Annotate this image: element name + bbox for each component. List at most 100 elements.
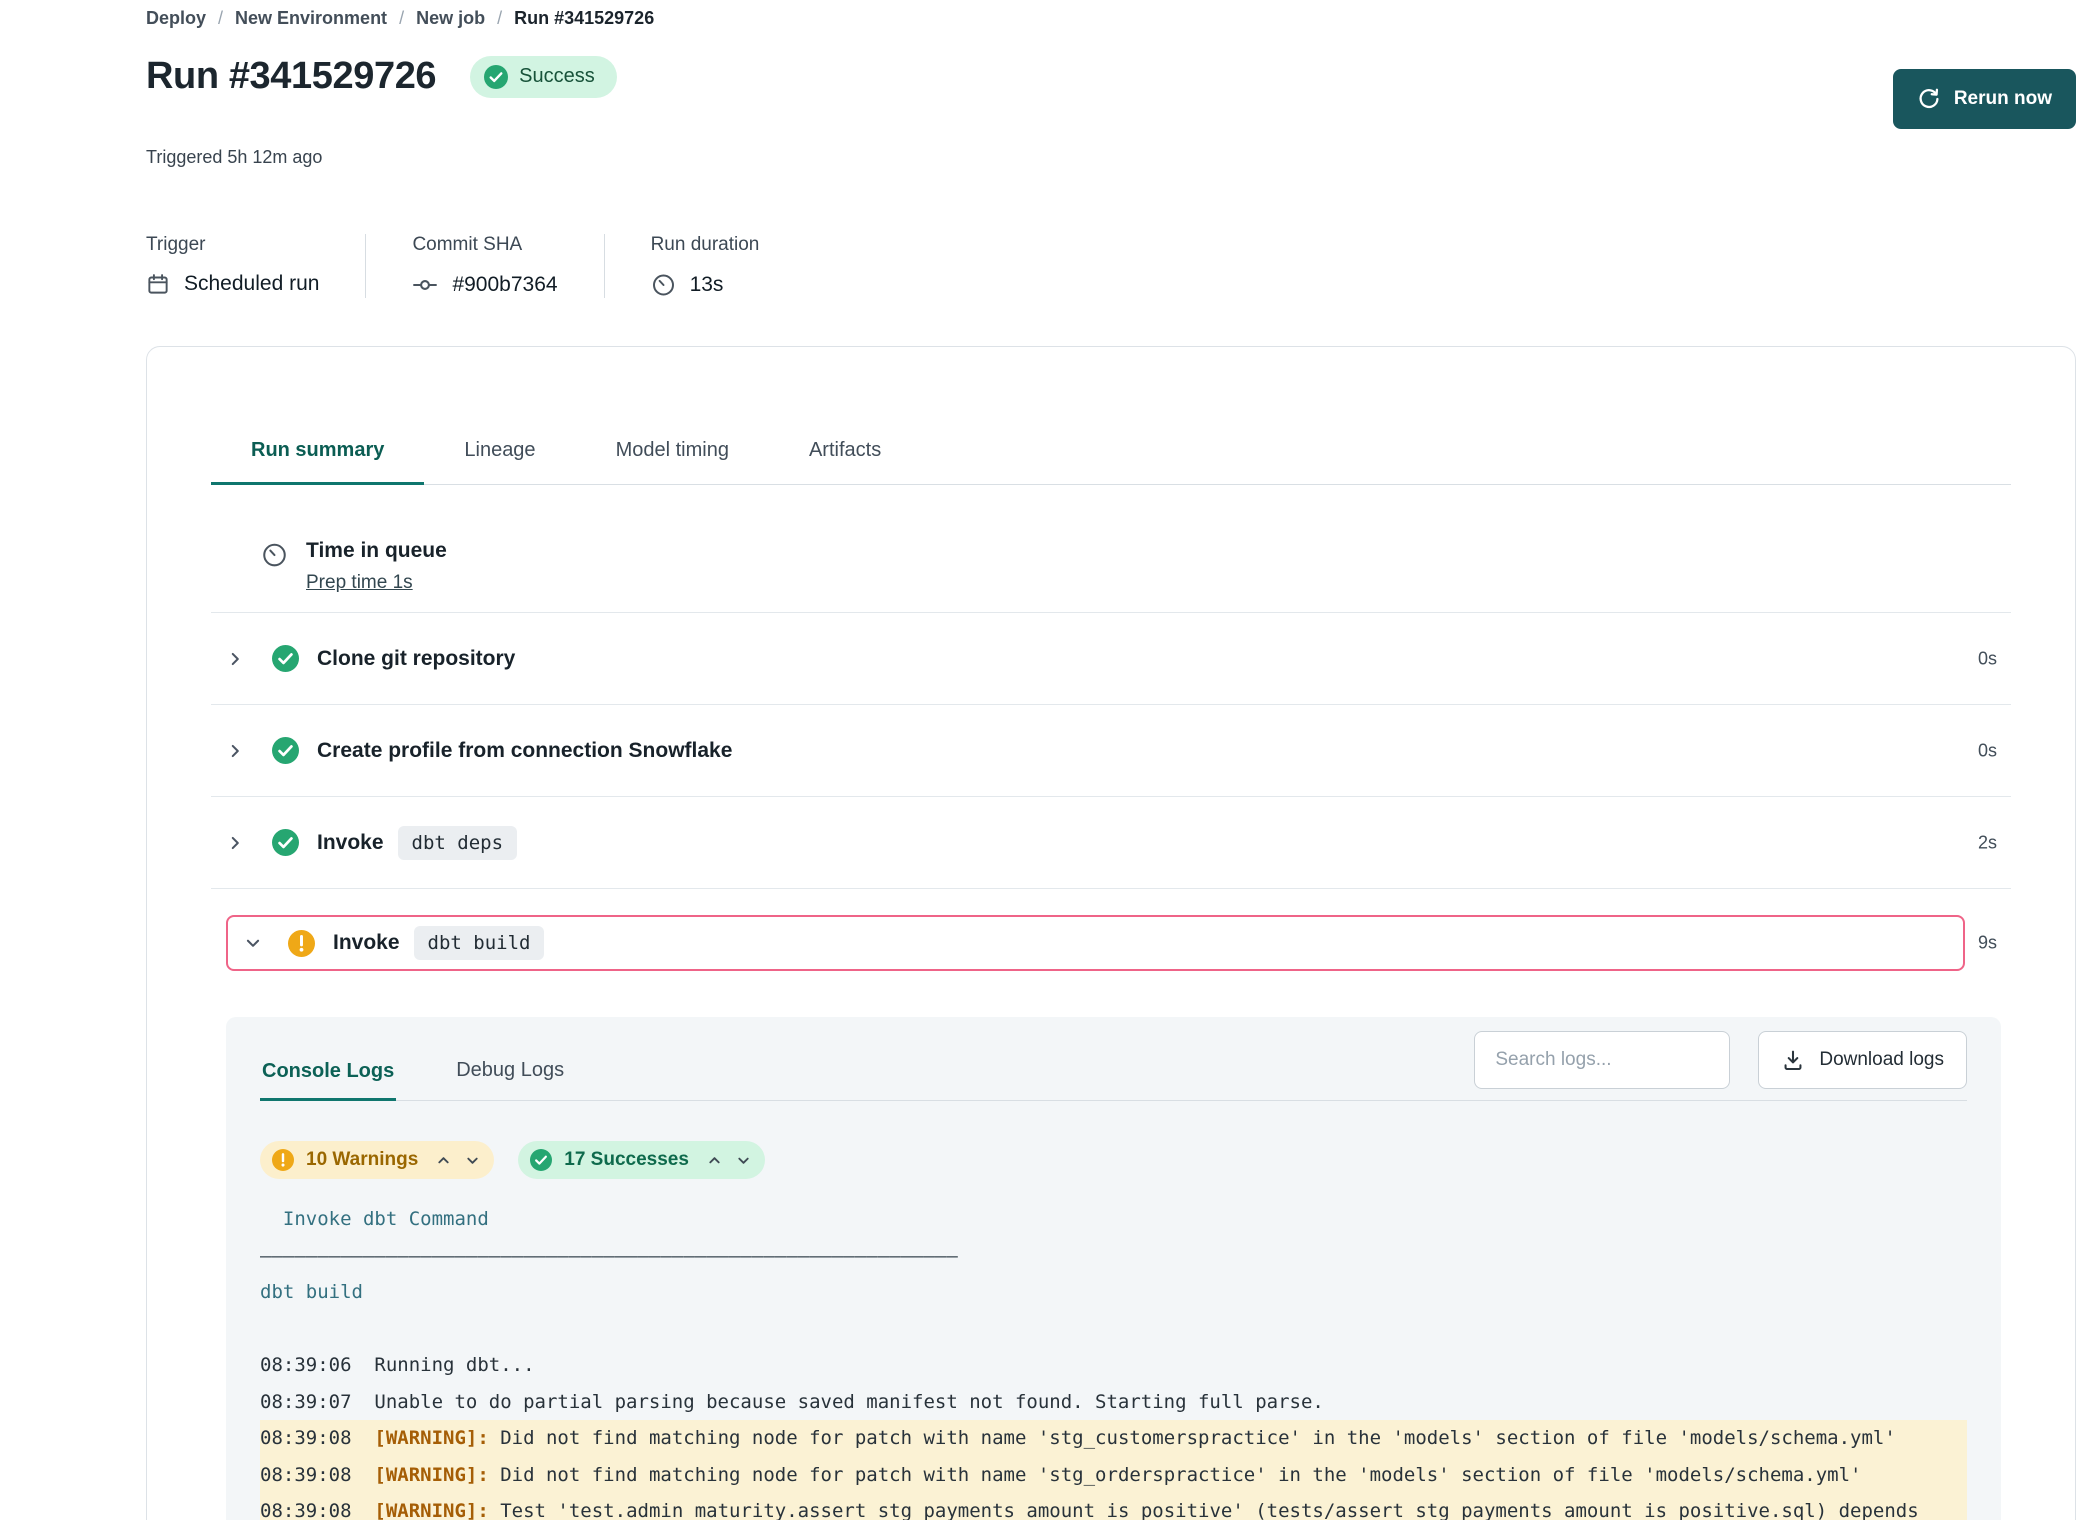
prev-success-caret-up-icon[interactable] (707, 1153, 722, 1168)
check-circle-icon (530, 1149, 552, 1171)
success-check-icon (272, 737, 299, 764)
breadcrumb-current-run: Run #341529726 (514, 8, 654, 29)
download-logs-label: Download logs (1819, 1049, 1944, 1071)
triggered-text: Triggered 5h 12m ago (146, 147, 2076, 168)
tab-console-logs[interactable]: Console Logs (260, 1032, 396, 1101)
step-duration: 0s (1978, 740, 1997, 761)
check-circle-icon (484, 65, 508, 89)
log-timestamp: 08:39:08 (260, 1500, 374, 1520)
meta-duration-label: Run duration (651, 234, 760, 256)
step-name: Clone git repository (317, 647, 515, 671)
meta-commit-label: Commit SHA (412, 234, 557, 256)
warning-icon (272, 1149, 294, 1171)
breadcrumb-separator: / (497, 8, 502, 29)
time-in-queue-section: Time in queue Prep time 1s (211, 539, 2011, 594)
tab-model-timing[interactable]: Model timing (576, 439, 769, 484)
log-divider-line: ————————————————————————————————————————… (260, 1238, 1967, 1275)
meta-row: Trigger Scheduled run Commit SHA #900b73… (146, 234, 2076, 298)
log-line: 08:39:07 Unable to do partial parsing be… (260, 1384, 1967, 1421)
warning-tag: [WARNING]: (374, 1464, 500, 1486)
search-logs-input[interactable] (1474, 1031, 1730, 1089)
header-row: Run #341529726 Success Rerun now (146, 55, 2076, 129)
log-message: Did not find matching node for patch wit… (500, 1464, 1861, 1486)
step-name: Invoke (333, 931, 400, 955)
step-duration: 9s (1978, 933, 1997, 954)
tab-run-summary[interactable]: Run summary (211, 439, 424, 485)
step-create-profile-snowflake[interactable]: Create profile from connection Snowflake… (211, 705, 2011, 797)
chevron-down-icon (244, 934, 262, 952)
log-warning-line: 08:39:08 [WARNING]: Did not find matchin… (260, 1420, 1967, 1457)
step-command-chip: dbt build (414, 926, 545, 960)
step-duration: 0s (1978, 648, 1997, 669)
step-invoke-dbt-build[interactable]: Invoke dbt build 9s (211, 915, 2011, 971)
prev-warning-caret-up-icon[interactable] (436, 1153, 451, 1168)
log-panel-header: Console Logs Debug Logs Download logs (260, 1031, 1967, 1101)
log-timestamp: 08:39:08 (260, 1464, 374, 1486)
log-line: 08:39:06 Running dbt... (260, 1347, 1967, 1384)
run-summary-card: Run summary Lineage Model timing Artifac… (146, 346, 2076, 1520)
success-check-icon (272, 829, 299, 856)
meta-trigger-value: Scheduled run (184, 272, 319, 296)
step-duration: 2s (1978, 832, 1997, 853)
clock-icon (651, 272, 676, 297)
warning-tag: [WARNING]: (374, 1427, 500, 1449)
chevron-right-icon (226, 650, 244, 668)
breadcrumb-deploy[interactable]: Deploy (146, 8, 206, 29)
successes-badge-label: 17 Successes (564, 1149, 689, 1171)
console-log-output: Invoke dbt Command —————————————————————… (260, 1201, 1967, 1520)
prep-time-link[interactable]: Prep time 1s (306, 572, 447, 594)
run-details-page: Deploy / New Environment / New job / Run… (0, 0, 2090, 1520)
time-in-queue-title: Time in queue (306, 539, 447, 563)
meta-trigger: Trigger Scheduled run (146, 234, 365, 298)
breadcrumb-separator: / (399, 8, 404, 29)
clock-icon (261, 541, 288, 594)
log-actions: Download logs (1474, 1031, 1967, 1100)
log-warning-line: 08:39:08 [WARNING]: Test 'test.admin_mat… (260, 1493, 1967, 1520)
chevron-right-icon (226, 834, 244, 852)
step-name: Create profile from connection Snowflake (317, 739, 732, 763)
status-badge: Success (470, 56, 617, 98)
log-line: dbt build (260, 1274, 1967, 1311)
log-panel: Console Logs Debug Logs Download logs (226, 1017, 2001, 1520)
breadcrumb-new-job[interactable]: New job (416, 8, 485, 29)
log-timestamp: 08:39:08 (260, 1427, 374, 1449)
log-warning-line: 08:39:08 [WARNING]: Did not find matchin… (260, 1457, 1967, 1494)
tab-artifacts[interactable]: Artifacts (769, 439, 921, 484)
step-name: Invoke (317, 831, 384, 855)
meta-commit: Commit SHA #900b7364 (365, 234, 603, 298)
download-icon (1781, 1048, 1805, 1072)
next-success-caret-down-icon[interactable] (736, 1153, 751, 1168)
selected-step-box[interactable]: Invoke dbt build (226, 915, 1965, 971)
step-clone-git-repository[interactable]: Clone git repository 0s (211, 613, 2011, 705)
next-warning-caret-down-icon[interactable] (465, 1153, 480, 1168)
run-tabs: Run summary Lineage Model timing Artifac… (211, 439, 2011, 485)
warning-tag: [WARNING]: (374, 1500, 500, 1520)
title-wrap: Run #341529726 Success (146, 55, 617, 98)
chevron-right-icon (226, 742, 244, 760)
log-message: Test 'test.admin_maturity.assert_stg_pay… (260, 1500, 1930, 1520)
git-commit-icon (412, 272, 438, 298)
warnings-badge-label: 10 Warnings (306, 1149, 418, 1171)
meta-duration-value: 13s (690, 273, 724, 297)
warning-icon (288, 930, 315, 957)
breadcrumb-new-environment[interactable]: New Environment (235, 8, 387, 29)
calendar-icon (146, 272, 170, 296)
success-check-icon (272, 645, 299, 672)
warnings-badge[interactable]: 10 Warnings (260, 1141, 494, 1179)
log-filter-badges: 10 Warnings 17 Successes (260, 1141, 1967, 1179)
meta-trigger-label: Trigger (146, 234, 319, 256)
successes-badge[interactable]: 17 Successes (518, 1141, 765, 1179)
step-invoke-dbt-deps[interactable]: Invoke dbt deps 2s (211, 797, 2011, 889)
breadcrumb: Deploy / New Environment / New job / Run… (146, 8, 2076, 29)
rerun-button[interactable]: Rerun now (1893, 69, 2076, 129)
log-line: Invoke dbt Command (260, 1201, 1967, 1238)
download-logs-button[interactable]: Download logs (1758, 1031, 1967, 1089)
log-tabs: Console Logs Debug Logs (260, 1031, 624, 1100)
tab-debug-logs[interactable]: Debug Logs (454, 1031, 566, 1100)
log-message: Did not find matching node for patch wit… (500, 1427, 1896, 1449)
page-title: Run #341529726 (146, 55, 436, 98)
refresh-icon (1917, 87, 1941, 111)
tab-lineage[interactable]: Lineage (424, 439, 575, 484)
rerun-button-label: Rerun now (1954, 88, 2052, 110)
meta-duration: Run duration 13s (604, 234, 806, 298)
